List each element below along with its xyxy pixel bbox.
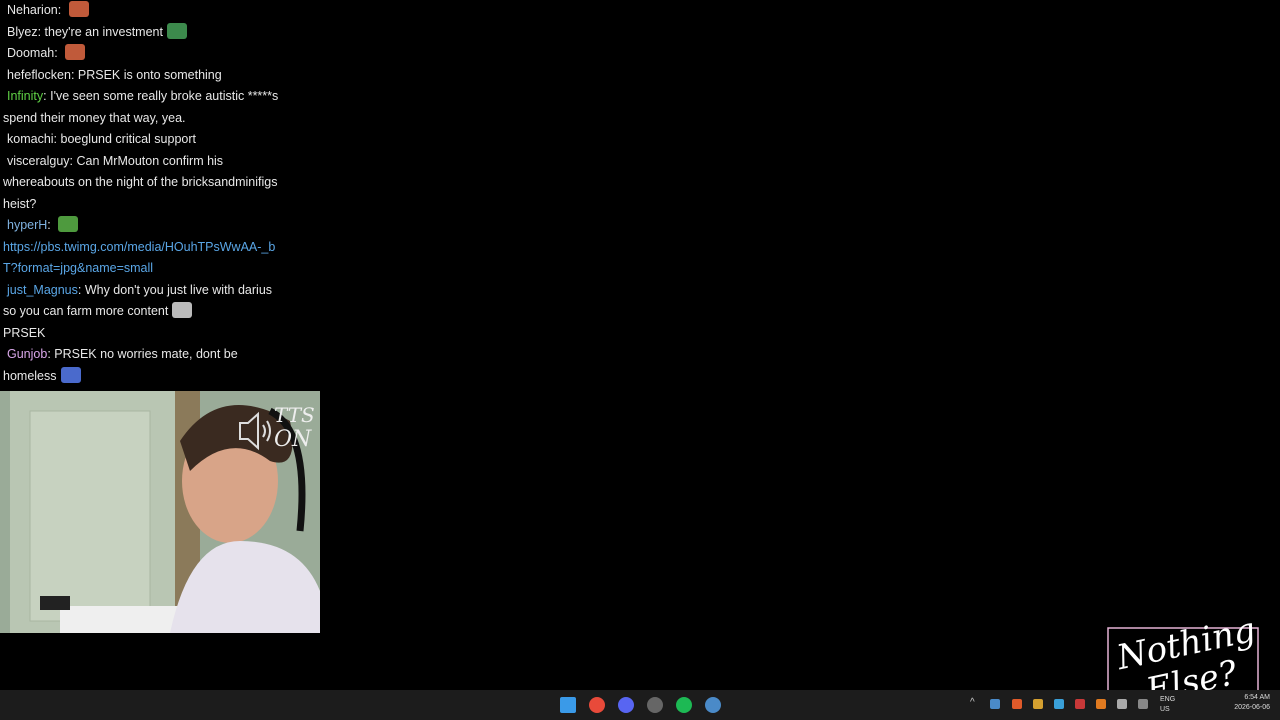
chat-overlay: Neharion: Blyez: they're an investment Do… <box>0 0 290 387</box>
chat-username[interactable]: Doomah <box>7 46 54 60</box>
chat-text: PRSEK is onto something <box>77 67 222 82</box>
chat-message: hyperH: https://pbs.twimg.com/media/HOuh… <box>0 215 290 280</box>
tray-app-icon[interactable] <box>1054 699 1064 709</box>
steam-tray-icon[interactable] <box>990 699 1000 709</box>
steam-icon[interactable] <box>705 697 721 713</box>
chat-username[interactable]: visceralguy <box>7 154 70 168</box>
chat-separator: : <box>53 132 61 146</box>
chat-username[interactable]: hyperH <box>7 218 47 232</box>
discord-icon[interactable] <box>618 697 634 713</box>
language-code: ENG <box>1160 696 1176 703</box>
obs-icon[interactable] <box>647 697 663 713</box>
chat-separator: : <box>47 218 55 232</box>
chat-username[interactable]: just_Magnus <box>7 283 78 297</box>
chat-message: Doomah: <box>0 43 290 65</box>
language-indicator[interactable]: ENG US <box>1160 695 1175 715</box>
chat-text: PRSEK <box>3 325 46 340</box>
chat-username[interactable]: Gunjob <box>7 347 47 361</box>
chat-separator: : <box>70 67 78 82</box>
chat-separator: : <box>37 24 45 39</box>
tts-line1: TTS <box>274 403 315 427</box>
windows-taskbar: ^ ENG US 6:54 AM 2026-06-06 <box>0 690 1280 720</box>
clock-date: 2026-06-06 <box>1234 704 1270 711</box>
region-code: US <box>1160 706 1170 713</box>
chat-username[interactable]: komachi <box>7 132 54 146</box>
tts-line2: ON <box>274 427 312 452</box>
chat-username[interactable]: Infinity <box>7 89 43 103</box>
chat-message: komachi: boeglund critical support <box>0 129 290 151</box>
spotify-icon[interactable] <box>676 697 692 713</box>
chat-separator: : <box>54 46 62 60</box>
chat-separator: : <box>57 3 65 17</box>
brave-tray-icon[interactable] <box>1012 699 1022 709</box>
chevron-up-icon[interactable]: ^ <box>970 697 980 708</box>
chat-separator: : <box>77 282 85 297</box>
microphone-icon[interactable] <box>1117 699 1127 709</box>
tray-app-icon[interactable] <box>1075 699 1085 709</box>
emote-pepe-icon <box>58 216 79 232</box>
chat-message: Neharion: <box>0 0 290 22</box>
chrome-icon[interactable] <box>589 697 605 713</box>
windows-start-icon[interactable] <box>560 697 576 713</box>
tray-app-icon[interactable] <box>1096 699 1106 709</box>
emote-bw-icon <box>172 302 193 318</box>
chat-username[interactable]: Blyez <box>7 25 38 39</box>
emote-cat-icon <box>68 1 89 17</box>
chat-message: hefeflocken: PRSEK is onto something <box>0 65 290 87</box>
tray-app-icon[interactable] <box>1138 699 1148 709</box>
chat-message: Blyez: they're an investment <box>0 22 290 44</box>
chat-message: visceralguy: Can MrMouton confirm his wh… <box>0 151 290 216</box>
emote-pepe-hat-icon <box>166 22 187 39</box>
chat-message: Gunjob: PRSEK no worries mate, dont be h… <box>0 344 290 387</box>
chat-message: Infinity: I've seen some really broke au… <box>0 86 290 129</box>
tray-app-icon[interactable] <box>1033 699 1043 709</box>
chat-username[interactable]: hefeflocken <box>7 68 71 82</box>
chat-text: boeglund critical support <box>60 132 197 146</box>
emote-wizard-icon <box>60 366 81 383</box>
emote-cat-icon <box>65 44 86 60</box>
chat-message: just_Magnus: Why don't you just live wit… <box>0 280 290 345</box>
chat-text: they're an investment <box>44 24 163 39</box>
clock-time: 6:54 AM <box>1244 694 1270 701</box>
chat-link[interactable]: https://pbs.twimg.com/media/HOuhTPsWwAA-… <box>3 240 275 276</box>
tts-indicator: TTS ON <box>236 403 318 457</box>
chat-username[interactable]: Neharion <box>7 3 58 17</box>
system-clock[interactable]: 6:54 AM 2026-06-06 <box>1234 693 1270 713</box>
